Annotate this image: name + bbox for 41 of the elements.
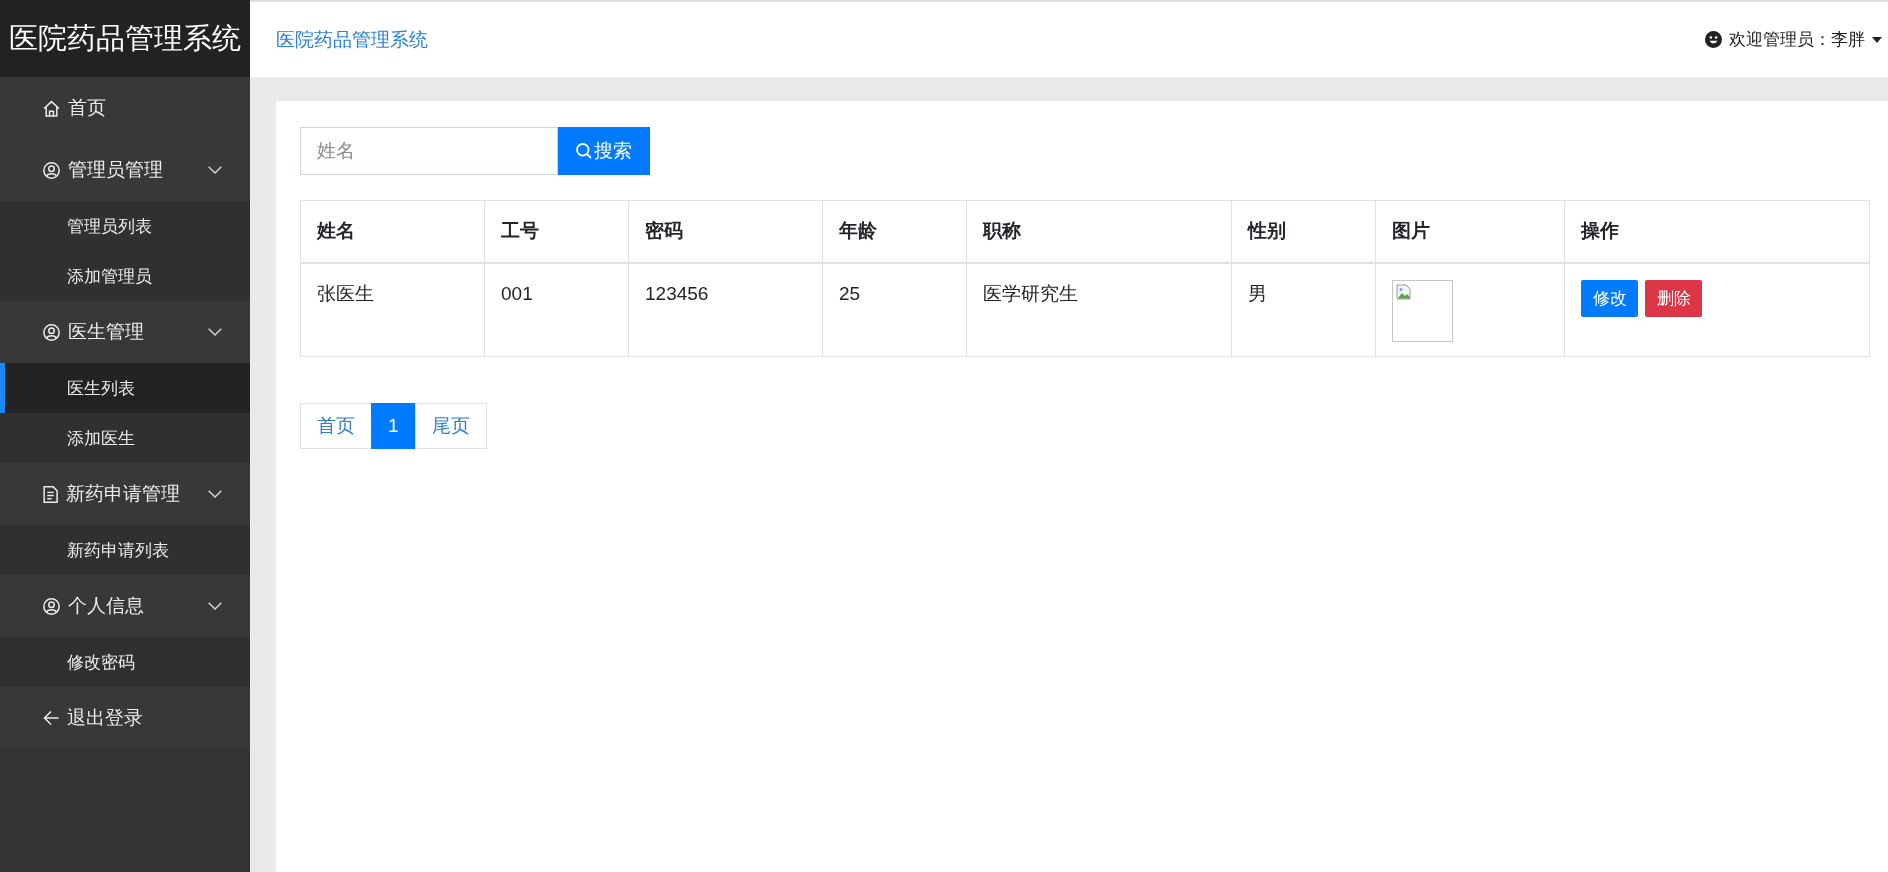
- nav-subitem[interactable]: 医生列表: [0, 363, 250, 413]
- search-icon: [576, 143, 592, 159]
- user-circle-icon: [43, 323, 60, 341]
- delete-button[interactable]: 删除: [1645, 279, 1702, 317]
- column-header: 工号: [484, 200, 629, 263]
- page-link[interactable]: 1: [371, 403, 416, 449]
- column-header: 图片: [1375, 200, 1565, 263]
- table-cell: 男: [1231, 262, 1376, 357]
- edit-button[interactable]: 修改: [1581, 279, 1638, 317]
- table-cell: 123456: [628, 262, 823, 357]
- table-cell: 001: [484, 262, 629, 357]
- arrow-left-icon: [43, 710, 59, 726]
- column-header: 年龄: [822, 200, 967, 263]
- nav-group[interactable]: 个人信息: [0, 575, 250, 637]
- nav-group[interactable]: 新药申请管理: [0, 463, 250, 525]
- column-header: 操作: [1564, 200, 1870, 263]
- table-cell: 医学研究生: [966, 262, 1232, 357]
- search-field[interactable]: 姓名: [300, 127, 558, 175]
- column-header: 密码: [628, 200, 823, 263]
- broken-image-icon: [1396, 283, 1412, 300]
- user-circle-icon: [43, 161, 60, 179]
- search-button[interactable]: 搜索: [558, 127, 650, 175]
- smiley-icon: [1705, 31, 1722, 48]
- brand-link[interactable]: 医院药品管理系统: [276, 26, 428, 53]
- sidebar-title: 医院药品管理系统: [0, 0, 250, 77]
- nav-group[interactable]: 管理员管理: [0, 139, 250, 201]
- nav-group[interactable]: 医生管理: [0, 301, 250, 363]
- column-header: 姓名: [300, 200, 485, 263]
- nav-item[interactable]: 退出登录: [0, 687, 250, 749]
- user-circle-icon: [43, 597, 60, 615]
- column-header: 职称: [966, 200, 1232, 263]
- user-menu[interactable]: 欢迎管理员：李胖: [1705, 28, 1882, 51]
- page-link[interactable]: 首页: [300, 403, 372, 449]
- nav-item[interactable]: 首页: [0, 77, 250, 139]
- caret-icon: [1872, 36, 1882, 43]
- table-cell: 25: [822, 262, 967, 357]
- home-icon: [43, 99, 60, 117]
- table-cell: 张医生: [300, 262, 485, 357]
- page-link[interactable]: 尾页: [414, 403, 487, 449]
- column-header: 性别: [1231, 200, 1376, 263]
- document-icon: [43, 485, 58, 503]
